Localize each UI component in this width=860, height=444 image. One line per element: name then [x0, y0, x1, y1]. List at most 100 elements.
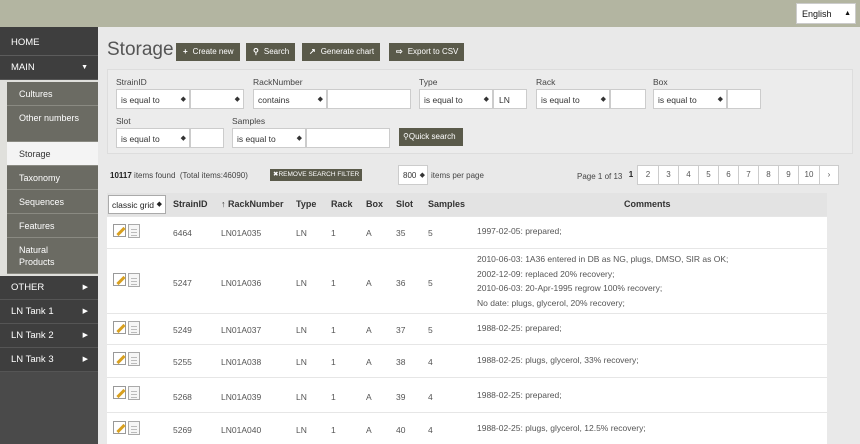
cell-rack: 1 — [331, 357, 336, 367]
quick-search-button[interactable]: ⚲Quick search — [399, 128, 463, 146]
sidebar-item-label: Other numbers — [19, 113, 80, 123]
col-comments[interactable]: Comments — [624, 193, 671, 216]
edit-icon[interactable] — [113, 321, 126, 334]
sidebar-item-features[interactable]: Features — [7, 214, 98, 238]
page-6[interactable]: 6 — [718, 165, 739, 185]
sidebar-item-other-numbers[interactable]: Other numbers — [7, 106, 98, 142]
page-7[interactable]: 7 — [738, 165, 759, 185]
col-racknumber[interactable]: ↑ RackNumber — [221, 193, 284, 216]
edit-icon[interactable] — [113, 352, 126, 365]
edit-icon[interactable] — [113, 386, 126, 399]
comment-line: No date: plugs, glycerol, 20% recovery; — [477, 297, 625, 308]
nav-ln-tank-1[interactable]: LN Tank 1 ▶ — [0, 300, 98, 324]
col-slot[interactable]: Slot — [396, 193, 413, 216]
page-2[interactable]: 2 — [637, 165, 659, 185]
edit-icon[interactable] — [113, 224, 126, 237]
samples-operator-select[interactable]: is equal to ◆ — [232, 128, 306, 148]
cell-racknumber: LN01A037 — [221, 325, 262, 335]
next-page-button[interactable]: › — [819, 165, 839, 185]
edit-icon[interactable] — [113, 421, 126, 434]
document-icon[interactable] — [128, 321, 140, 335]
page-3[interactable]: 3 — [658, 165, 679, 185]
cell-samples: 5 — [428, 278, 433, 288]
table-row: 5249 LN01A037 LN 1 A 37 5 1988-02-25: pr… — [107, 313, 827, 344]
table-header: classic grid ◆ StrainID ↑ RackNumber Type… — [107, 193, 827, 216]
sidebar-item-storage[interactable]: Storage — [7, 142, 98, 166]
page-4[interactable]: 4 — [678, 165, 699, 185]
language-select[interactable]: English ▲ — [796, 3, 856, 24]
export-icon: ⇨ — [396, 47, 403, 56]
col-rack[interactable]: Rack — [331, 193, 353, 216]
quick-search-label: Quick search — [408, 132, 456, 141]
type-operator-select[interactable]: is equal to ◆ — [419, 89, 493, 109]
comment-line: 2002-12-09: replaced 20% recovery; — [477, 268, 615, 279]
chevron-down-icon: ◆ — [419, 172, 425, 179]
cell-box: A — [366, 357, 372, 367]
document-icon[interactable] — [128, 224, 140, 238]
nav-ln-tank-2[interactable]: LN Tank 2 ▶ — [0, 324, 98, 348]
cell-samples: 4 — [428, 425, 433, 435]
sidebar-item-cultures[interactable]: Cultures — [7, 82, 98, 106]
box-operator-select[interactable]: is equal to ◆ — [653, 89, 727, 109]
col-strainid[interactable]: StrainID — [173, 193, 208, 216]
nav-ln-tank-3[interactable]: LN Tank 3 ▶ — [0, 348, 98, 372]
nav-other[interactable]: OTHER ▶ — [0, 276, 98, 300]
racknumber-input[interactable] — [327, 89, 411, 109]
table-row: 5255 LN01A038 LN 1 A 38 4 1988-02-25: pl… — [107, 344, 827, 377]
create-new-button[interactable]: + Create new — [176, 43, 240, 61]
strain-operator-select[interactable]: is equal to ◆ — [116, 89, 190, 109]
document-icon[interactable] — [128, 273, 140, 287]
main-content: Storage + Create new ⚲ Search ↗ Generate ch… — [98, 27, 860, 444]
document-icon[interactable] — [128, 386, 140, 400]
page-10[interactable]: 10 — [798, 165, 820, 185]
sidebar-item-taxonomy[interactable]: Taxonomy — [7, 166, 98, 190]
cell-comments: 1988-02-25: prepared; — [477, 388, 562, 403]
sidebar-item-natural-products[interactable]: Natural Products — [7, 238, 98, 274]
page-9[interactable]: 9 — [778, 165, 799, 185]
cell-type: LN — [296, 425, 307, 435]
filter-panel: StrainID is equal to ◆ ◆ RackNumber conta… — [107, 69, 853, 154]
chevron-right-icon: ▶ — [82, 308, 88, 315]
rack-operator-select[interactable]: is equal to ◆ — [536, 89, 610, 109]
page-1[interactable]: 1 — [624, 165, 638, 185]
racknumber-operator-select[interactable]: contains ◆ — [253, 89, 327, 109]
col-samples[interactable]: Samples — [428, 193, 465, 216]
chevron-down-icon: ◆ — [717, 96, 723, 103]
cell-box: A — [366, 392, 372, 402]
document-icon[interactable] — [128, 421, 140, 435]
col-type[interactable]: Type — [296, 193, 316, 216]
col-box[interactable]: Box — [366, 193, 383, 216]
nav-home[interactable]: HOME — [0, 27, 98, 56]
cell-rack: 1 — [331, 325, 336, 335]
racknumber-label: RackNumber — [253, 77, 303, 87]
sidebar-item-label: Cultures — [19, 89, 53, 99]
items-per-page-select[interactable]: 800 ◆ — [398, 165, 428, 185]
strain-value-select[interactable]: ◆ — [190, 89, 244, 109]
rack-input[interactable] — [610, 89, 646, 109]
grid-view-select[interactable]: classic grid ◆ — [108, 195, 166, 214]
edit-icon[interactable] — [113, 273, 126, 286]
nav-main[interactable]: MAIN ▼ — [0, 56, 98, 80]
samples-input[interactable] — [306, 128, 390, 148]
type-input[interactable]: LN — [493, 89, 527, 109]
cell-box: A — [366, 278, 372, 288]
sidebar: HOME MAIN ▼ Cultures Other numbers Stora… — [0, 27, 98, 444]
box-input[interactable] — [727, 89, 761, 109]
remove-search-filter-button[interactable]: ✖REMOVE SEARCH FILTER — [270, 169, 363, 181]
generate-chart-button[interactable]: ↗ Generate chart — [302, 43, 381, 61]
search-button[interactable]: ⚲ Search — [246, 43, 296, 61]
sidebar-item-label: Features — [19, 221, 55, 231]
items-per-page-label: items per page — [431, 171, 484, 180]
chevron-down-icon: ◆ — [180, 135, 186, 142]
export-csv-button[interactable]: ⇨ Export to CSV — [389, 43, 465, 61]
rack-label: Rack — [536, 77, 556, 87]
slot-operator-select[interactable]: is equal to ◆ — [116, 128, 190, 148]
page-5[interactable]: 5 — [698, 165, 719, 185]
slot-input[interactable] — [190, 128, 224, 148]
page-8[interactable]: 8 — [758, 165, 779, 185]
cell-comments: 2010-06-03: 1A36 entered in DB as NG, pl… — [477, 252, 728, 310]
nav-ln-tank-3-label: LN Tank 3 — [11, 354, 54, 365]
document-icon[interactable] — [128, 352, 140, 366]
comment-line: 1997-02-05: prepared; — [477, 226, 562, 236]
sidebar-item-sequences[interactable]: Sequences — [7, 190, 98, 214]
